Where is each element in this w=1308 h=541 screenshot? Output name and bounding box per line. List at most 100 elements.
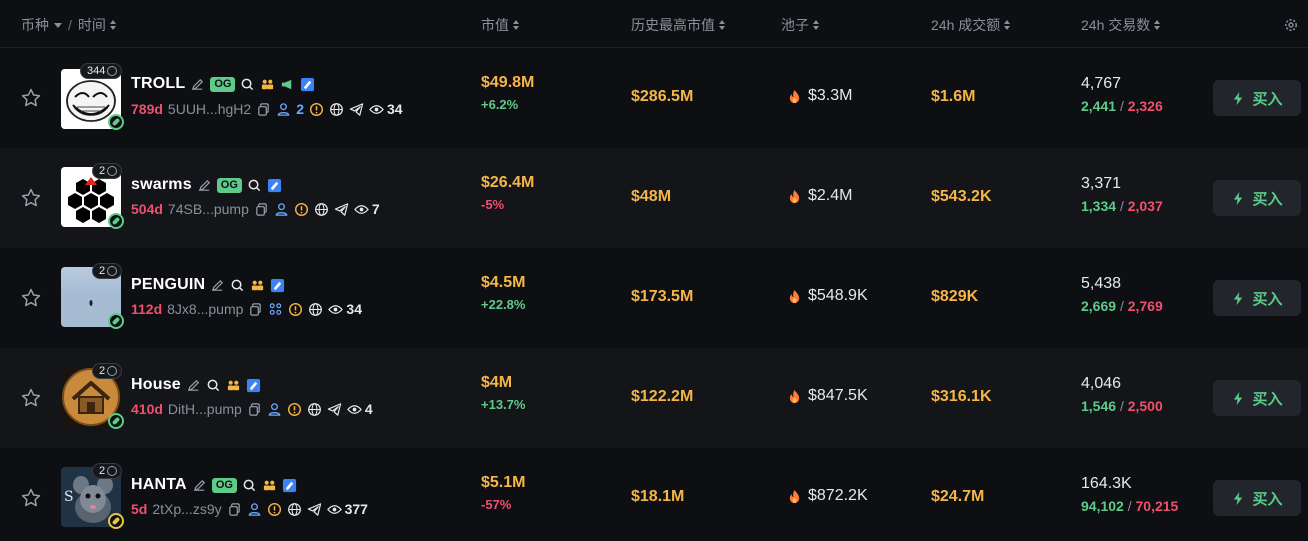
buy-label: 买入 (1252, 190, 1283, 208)
star-icon[interactable] (20, 187, 42, 209)
table-row[interactable]: S 2 HANTA OG 5d 2tXp...zs9y 377 $5.1M -5… (0, 448, 1308, 541)
search-icon[interactable] (247, 178, 262, 193)
holders-count: 2 (99, 465, 106, 477)
buys-sells: 94,102 / 70,215 (1081, 498, 1178, 514)
views: 377 (326, 501, 368, 517)
eye-icon (369, 104, 384, 114)
ath-value: $286.5M (631, 88, 694, 105)
token-address: 74SB...pump (167, 201, 249, 217)
market-cap-value: $4.5M (481, 274, 526, 291)
copy-icon[interactable] (254, 202, 269, 217)
table-row[interactable]: 2 swarms OG 504d 74SB...pump 7 $26.4M -5… (0, 148, 1308, 248)
table-row[interactable]: 2 PENGUIN 112d 8Jx8...pump 34 $4.5M +22.… (0, 248, 1308, 348)
search-icon[interactable] (242, 478, 257, 493)
buy-button[interactable]: 买入 (1213, 280, 1301, 316)
table-row[interactable]: 2 House 410d DitH...pump 4 $4M +13.7% $1… (0, 348, 1308, 448)
search-icon[interactable] (206, 378, 221, 393)
copy-icon[interactable] (247, 402, 262, 417)
verified-icon (246, 378, 260, 392)
edit-icon[interactable] (210, 278, 225, 293)
website-icon[interactable] (307, 402, 322, 417)
header-time[interactable]: 时间 (78, 15, 106, 35)
website-icon[interactable] (314, 202, 329, 217)
sort-icon[interactable] (813, 20, 819, 30)
warning-icon[interactable] (267, 502, 282, 517)
token-symbol[interactable]: swarms (131, 176, 192, 194)
token-symbol[interactable]: HANTA (131, 476, 187, 494)
search-icon[interactable] (230, 278, 245, 293)
header-ath[interactable]: 历史最高市值 (631, 15, 725, 35)
star-icon[interactable] (20, 387, 42, 409)
edit-icon[interactable] (197, 178, 212, 193)
sort-icon[interactable] (109, 20, 116, 30)
pool-value: $847.5K (808, 387, 868, 404)
sort-icon[interactable] (1154, 20, 1161, 30)
sort-icon[interactable] (1004, 20, 1011, 30)
views-count: 4 (364, 401, 373, 417)
ath-value: $18.1M (631, 488, 685, 505)
sells-count: 2,769 (1127, 298, 1163, 314)
header-txns[interactable]: 24h 交易数 (1081, 15, 1161, 35)
header-coin-time[interactable]: 币种 / 时间 (21, 15, 116, 35)
pool-cell: $548.9K (787, 287, 868, 305)
header-volume-label: 24h 成交额 (931, 17, 1001, 33)
telegram-icon[interactable] (307, 502, 322, 517)
pool-cell: $2.4M (787, 187, 852, 205)
token-name-line: TROLL OG (131, 75, 315, 93)
eye-icon (328, 304, 344, 314)
pill-icon (108, 313, 124, 329)
buy-button[interactable]: 买入 (1213, 480, 1301, 516)
warning-icon[interactable] (309, 102, 324, 117)
edit-icon[interactable] (192, 478, 207, 493)
warning-icon[interactable] (294, 202, 309, 217)
token-sub-line: 410d DitH...pump 4 (131, 401, 373, 417)
copy-icon[interactable] (227, 502, 242, 517)
gear-icon[interactable] (1283, 17, 1299, 33)
buy-button[interactable]: 买入 (1213, 80, 1301, 116)
header-coin[interactable]: 币种 (21, 15, 49, 35)
edit-icon[interactable] (186, 378, 201, 393)
header-pool[interactable]: 池子 (781, 15, 819, 35)
eye-icon (346, 404, 362, 414)
verified-icon (282, 478, 296, 492)
header-txns-label: 24h 交易数 (1081, 17, 1151, 33)
website-icon[interactable] (308, 302, 323, 317)
sort-icon[interactable] (513, 20, 519, 30)
search-icon[interactable] (240, 77, 255, 92)
buys-sells: 2,441 / 2,326 (1081, 98, 1163, 114)
txns-total: 3,371 (1081, 175, 1122, 192)
buy-button[interactable]: 买入 (1213, 180, 1301, 216)
telegram-icon[interactable] (349, 102, 364, 117)
token-symbol[interactable]: TROLL (131, 75, 185, 93)
market-cap-change: +13.7% (481, 397, 526, 412)
warning-icon[interactable] (287, 402, 302, 417)
website-icon[interactable] (287, 502, 302, 517)
fire-icon (789, 289, 800, 303)
holder-count: 2 (296, 101, 304, 117)
header-volume[interactable]: 24h 成交额 (931, 15, 1011, 35)
star-icon[interactable] (20, 287, 42, 309)
lightning-icon (1234, 91, 1243, 105)
fire-icon (789, 389, 800, 403)
pool-value: $3.3M (808, 87, 853, 104)
copy-icon[interactable] (256, 102, 271, 117)
token-symbol[interactable]: PENGUIN (131, 276, 205, 294)
copy-icon[interactable] (248, 302, 263, 317)
telegram-icon[interactable] (327, 402, 342, 417)
star-icon[interactable] (20, 487, 42, 509)
og-badge: OG (216, 177, 242, 193)
views: 34 (369, 101, 403, 117)
txns-cell: 4,046 1,546 / 2,500 (1081, 375, 1163, 414)
warning-icon[interactable] (288, 302, 303, 317)
sells-count: 70,215 (1135, 498, 1179, 514)
telegram-icon[interactable] (334, 202, 349, 217)
holders-badge: 2 (92, 463, 123, 479)
buy-button[interactable]: 买入 (1213, 380, 1301, 416)
token-symbol[interactable]: House (131, 376, 181, 394)
sort-icon[interactable] (719, 20, 725, 30)
header-market-cap[interactable]: 市值 (481, 15, 519, 35)
chevron-down-icon[interactable] (54, 22, 62, 28)
edit-icon[interactable] (190, 77, 205, 92)
website-icon[interactable] (329, 102, 344, 117)
users-group-icon (270, 302, 282, 315)
